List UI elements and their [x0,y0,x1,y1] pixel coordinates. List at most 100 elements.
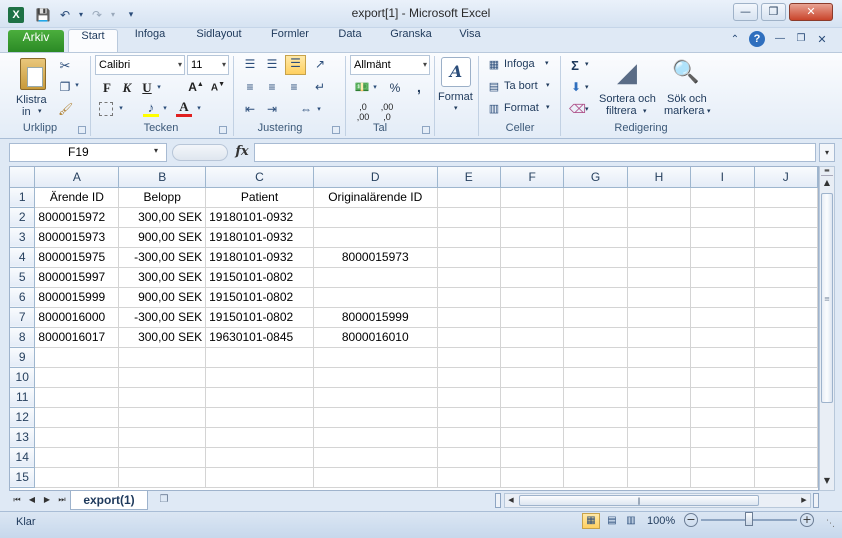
clear-icon[interactable]: ⌫ [568,101,586,117]
last-sheet-icon[interactable]: ⏭ [56,494,68,506]
percent-icon[interactable]: % [387,80,403,96]
cell-e14[interactable] [437,447,502,468]
row-header[interactable]: 12 [10,407,36,428]
increase-decimal-icon[interactable]: ,0,00 [353,101,373,123]
tab-split-handle[interactable] [495,493,501,508]
cell-b3[interactable]: 900,00 SEK [118,227,207,248]
cell-i4[interactable] [690,247,755,268]
font-color-dropdown-icon[interactable]: ▾ [195,103,203,113]
cell-a10[interactable] [34,367,120,388]
cell-b11[interactable] [118,387,207,408]
cell-b6[interactable]: 900,00 SEK [118,287,207,308]
find-select-label-2[interactable]: markera [664,105,704,117]
cell-d5[interactable] [313,267,438,288]
cell-g5[interactable] [563,267,628,288]
sort-filter-label-2[interactable]: filtrera [606,105,637,117]
cell-j14[interactable] [754,447,818,468]
cell-h6[interactable] [627,287,692,308]
cell-c8[interactable]: 19630101-0845 [205,327,314,348]
copy-icon[interactable]: ❐ [57,79,73,95]
workbook-restore-icon[interactable]: ❐ [794,32,808,46]
cell-g15[interactable] [563,467,628,488]
cell-d7[interactable]: 8000015999 [313,307,438,328]
prev-sheet-icon[interactable]: ◀ [26,494,38,505]
cell-g4[interactable] [563,247,628,268]
cell-c5[interactable]: 19150101-0802 [205,267,314,288]
cell-f8[interactable] [500,327,565,348]
cell-i9[interactable] [690,347,755,368]
cell-h12[interactable] [627,407,692,428]
autosum-dropdown-icon[interactable]: ▾ [585,60,589,68]
cell-a14[interactable] [34,447,120,468]
worksheet-grid[interactable]: ABCDEFGHIJ 1 Ärende ID Belopp Patient Origin… [9,166,819,491]
next-sheet-icon[interactable]: ▶ [41,494,53,505]
cell-c10[interactable] [205,367,314,388]
currency-icon[interactable]: 💵 [353,79,371,95]
clipboard-dialog-launcher[interactable] [78,126,86,134]
cell-d11[interactable] [313,387,438,408]
tab-review[interactable]: Granska [382,28,440,52]
format-cells-icon[interactable]: ▥ [486,101,502,116]
cell-g8[interactable] [563,327,628,348]
workbook-minimize-icon[interactable]: — [773,32,787,46]
cell-e3[interactable] [437,227,502,248]
number-format-combo[interactable]: Allmänt ▾ [350,55,430,75]
cell-e1[interactable] [437,187,502,208]
cell-g13[interactable] [563,427,628,448]
underline-icon[interactable]: U [139,79,155,97]
column-header-f[interactable]: F [500,167,565,188]
cell-c3[interactable]: 19180101-0932 [205,227,314,248]
insert-cells-icon[interactable]: ▦ [486,57,502,72]
styles-icon[interactable]: A [441,57,471,87]
cell-j15[interactable] [754,467,818,488]
cell-f4[interactable] [500,247,565,268]
decrease-decimal-icon[interactable]: ,00,0 [377,101,397,123]
italic-icon[interactable]: K [119,79,135,97]
paste-label-2[interactable]: in [22,106,31,118]
cell-g11[interactable] [563,387,628,408]
cell-h1[interactable] [627,187,692,208]
row-header[interactable]: 8 [10,327,36,348]
cell-i15[interactable] [690,467,755,488]
sort-filter-label-1[interactable]: Sortera och [599,93,656,105]
cell-g2[interactable] [563,207,628,228]
cell-b2[interactable]: 300,00 SEK [118,207,207,228]
cell-f3[interactable] [500,227,565,248]
cell-d8[interactable]: 8000016010 [313,327,438,348]
column-header-g[interactable]: G [563,167,628,188]
column-header-b[interactable]: B [118,167,207,188]
autosum-icon[interactable]: Σ [568,57,582,74]
cell-a15[interactable] [34,467,120,488]
cell-f15[interactable] [500,467,565,488]
column-header-a[interactable]: A [34,167,120,188]
copy-dropdown-icon[interactable]: ▾ [73,80,81,90]
orientation-icon[interactable]: ↗ [311,56,329,72]
cell-j12[interactable] [754,407,818,428]
cell-h2[interactable] [627,207,692,228]
cell-j9[interactable] [754,347,818,368]
zoom-in-icon[interactable]: + [800,513,814,527]
cell-a13[interactable] [34,427,120,448]
column-header-c[interactable]: C [205,167,314,188]
formula-bar-resize-handle[interactable] [172,144,228,161]
minimize-button[interactable]: — [733,3,758,21]
cell-j1[interactable] [754,187,818,208]
sort-filter-icon[interactable]: ◢ [612,56,642,90]
cell-c4[interactable]: 19180101-0932 [205,247,314,268]
align-bottom-icon[interactable]: ☰ [285,55,306,75]
row-header[interactable]: 3 [10,227,36,248]
name-box[interactable]: F19 [9,143,167,162]
zoom-slider-thumb[interactable] [745,512,753,526]
cell-b8[interactable]: 300,00 SEK [118,327,207,348]
cell-b7[interactable]: -300,00 SEK [118,307,207,328]
font-name-combo[interactable]: Calibri ▾ [95,55,185,75]
shrink-font-icon[interactable]: A▼ [209,80,227,94]
cell-f9[interactable] [500,347,565,368]
cell-e5[interactable] [437,267,502,288]
scroll-left-icon[interactable]: ◀ [506,494,516,507]
column-header-i[interactable]: I [690,167,755,188]
cell-f1[interactable] [500,187,565,208]
expand-formula-bar-icon[interactable]: ▾ [819,143,835,162]
cell-g7[interactable] [563,307,628,328]
row-header[interactable]: 7 [10,307,36,328]
